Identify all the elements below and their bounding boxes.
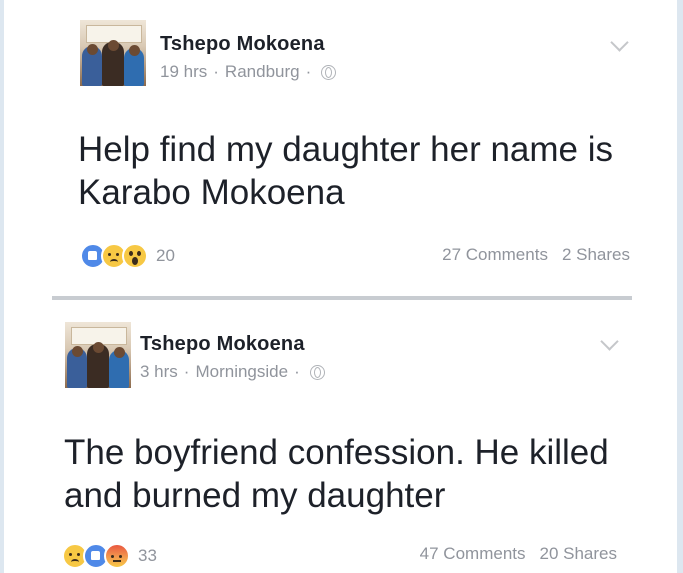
reaction-count: 33 <box>138 546 157 565</box>
post-stats: 27 Comments 2 Shares <box>442 245 630 265</box>
frame-edge-right <box>677 0 683 573</box>
chevron-down-icon[interactable] <box>610 33 629 52</box>
avatar[interactable] <box>65 322 131 388</box>
post-time[interactable]: 19 hrs <box>160 62 207 82</box>
post-location[interactable]: Randburg <box>225 62 300 82</box>
post-location[interactable]: Morningside <box>195 362 288 382</box>
meta-separator: · <box>183 362 190 381</box>
globe-icon <box>321 64 337 80</box>
frame-edge-left <box>0 0 4 573</box>
shares-link[interactable]: 2 Shares <box>562 245 630 265</box>
angry-icon <box>104 543 130 569</box>
post-text: The boyfriend confession. He killed and … <box>64 433 609 515</box>
meta-separator: · <box>213 62 219 81</box>
post-meta: 19 hrs · Randburg · <box>160 62 337 82</box>
reaction-count: 20 <box>156 246 175 265</box>
wow-icon <box>122 243 148 269</box>
globe-icon <box>309 364 325 380</box>
avatar[interactable] <box>80 20 146 86</box>
post-text: Help find my daughter her name is Karabo… <box>78 130 613 212</box>
comments-link[interactable]: 27 Comments <box>442 245 548 265</box>
reactions-summary[interactable]: 20 <box>80 243 175 269</box>
author-name[interactable]: Tshepo Mokoena <box>160 33 325 56</box>
feed-post: Tshepo Mokoena 3 hrs · Morningside · The… <box>52 300 632 573</box>
post-time[interactable]: 3 hrs <box>140 362 178 382</box>
reactions-summary[interactable]: 33 <box>62 543 157 569</box>
chevron-down-icon[interactable] <box>600 332 619 351</box>
post-meta: 3 hrs · Morningside · <box>140 362 325 382</box>
meta-separator: · <box>294 362 300 381</box>
meta-separator: · <box>305 62 312 81</box>
shares-link[interactable]: 20 Shares <box>540 544 618 564</box>
feed-post: Tshepo Mokoena 19 hrs · Randburg · Help … <box>62 0 632 278</box>
comments-link[interactable]: 47 Comments <box>420 544 526 564</box>
post-stats: 47 Comments 20 Shares <box>420 544 617 564</box>
author-name[interactable]: Tshepo Mokoena <box>140 333 305 356</box>
